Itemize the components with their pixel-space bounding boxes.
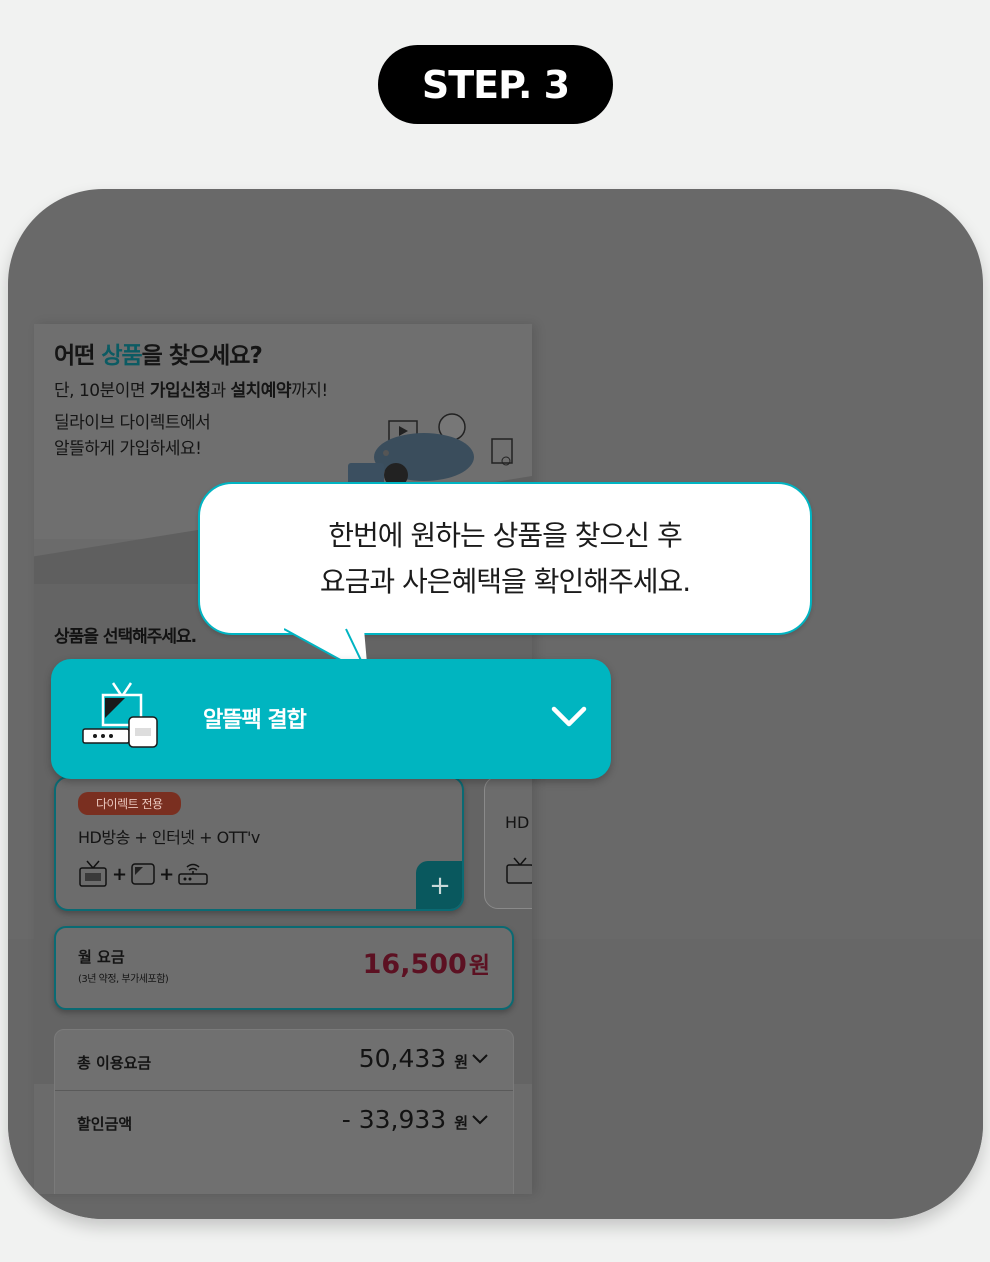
- monthly-fee-note: (3년 약정, 부가세포함): [78, 974, 169, 985]
- add-product-button[interactable]: +: [416, 861, 462, 909]
- product-card[interactable]: 다이렉트 전용 HD방송 + 인터넷 + OTT'v + + +: [54, 776, 464, 911]
- tooltip-line-1: 한번에 원하는 상품을 찾으신 후: [328, 519, 682, 552]
- router-icon: [178, 863, 208, 885]
- chevron-down-icon[interactable]: [549, 697, 589, 737]
- direct-only-badge: 다이렉트 전용: [78, 792, 181, 815]
- monthly-fee-amount: 16,500원: [362, 949, 490, 980]
- page-title: 어떤 상품을 찾으세요?: [54, 343, 263, 369]
- chevron-down-icon[interactable]: [471, 1114, 489, 1126]
- settop-box-icon: [131, 863, 155, 885]
- discount-value: - 33,933 원: [342, 1105, 489, 1134]
- fee-summary: 총 이용요금 50,433 원 할인금액 - 33,933 원: [54, 1029, 514, 1194]
- product-description: HD: [505, 813, 530, 832]
- product-dropdown[interactable]: 알뜰팩 결합: [51, 659, 611, 779]
- plus-sign: +: [159, 863, 175, 885]
- product-card-next[interactable]: HD: [484, 776, 532, 909]
- tooltip-line-2: 요금과 사은혜택을 확인해주세요.: [319, 565, 691, 598]
- select-product-label: 상품을 선택해주세요.: [54, 627, 197, 647]
- monthly-fee-label: 월 요금: [78, 948, 125, 966]
- hero-line-3: 알뜰하게 가입하세요!: [54, 439, 202, 459]
- product-description: HD방송 + 인터넷 + OTT'v: [78, 828, 260, 847]
- discount-label: 할인금액: [77, 1115, 133, 1133]
- hero-line-2: 딜라이브 다이렉트에서: [54, 413, 211, 433]
- step-label: STEP. 3: [378, 45, 613, 124]
- dropdown-selected-label: 알뜰팩 결합: [203, 708, 307, 733]
- product-icons: + +: [78, 860, 210, 888]
- tv-icon: [79, 860, 107, 887]
- monthly-fee-box: 월 요금 (3년 약정, 부가세포함) 16,500원: [54, 926, 514, 1010]
- hero-line-1: 단, 10분이면 가입신청과 설치예약까지!: [54, 381, 328, 401]
- tv-icon: [506, 857, 532, 884]
- chevron-down-icon[interactable]: [471, 1053, 489, 1065]
- plus-sign: +: [112, 863, 128, 885]
- tooltip-bubble: 한번에 원하는 상품을 찾으신 후 요금과 사은혜택을 확인해주세요.: [198, 482, 812, 635]
- discount-row[interactable]: 할인금액 - 33,933 원: [55, 1090, 513, 1151]
- total-fee-value: 50,433 원: [359, 1044, 489, 1073]
- tv-bundle-icon: [82, 682, 158, 748]
- total-fee-row[interactable]: 총 이용요금 50,433 원: [55, 1030, 513, 1090]
- total-fee-label: 총 이용요금: [77, 1054, 152, 1072]
